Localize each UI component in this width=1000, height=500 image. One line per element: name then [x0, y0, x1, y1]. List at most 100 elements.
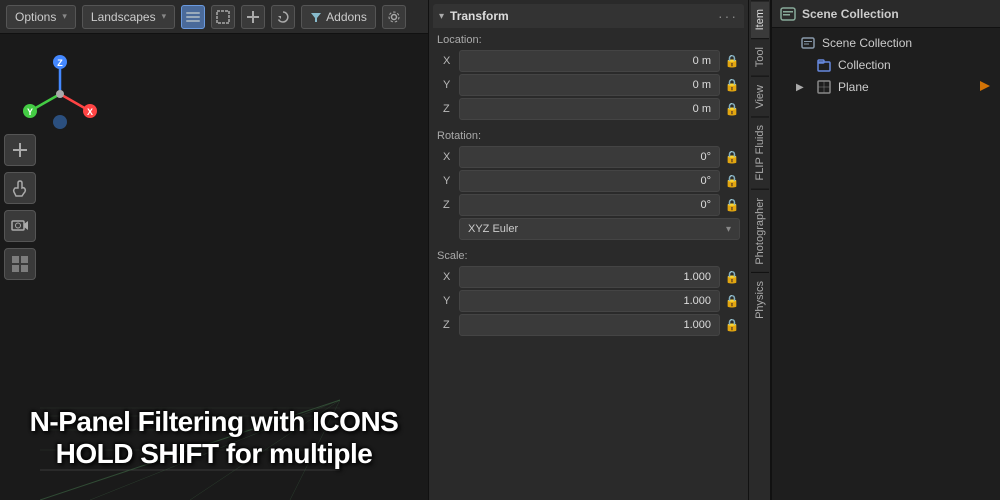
- add-tool-btn[interactable]: [4, 134, 36, 166]
- outliner-scene-collection[interactable]: Scene Collection: [772, 32, 1000, 54]
- refresh-icon: [276, 10, 290, 24]
- n-panel-content[interactable]: ▾ Transform ··· Location: X 0 m: [429, 0, 748, 500]
- location-z-value: 0 m: [468, 103, 711, 115]
- rotation-mode-dropdown[interactable]: XYZ Euler ▾: [459, 218, 740, 240]
- location-y-field[interactable]: 0 m: [459, 74, 720, 96]
- grab-icon: [11, 179, 29, 197]
- location-y-value: 0 m: [468, 79, 711, 91]
- rotation-z-lock[interactable]: 🔒: [724, 198, 740, 212]
- tab-tool[interactable]: Tool: [751, 38, 769, 75]
- scene-collection-icon: [800, 35, 816, 51]
- scale-x-row: X 1.000 🔒: [437, 266, 740, 288]
- rotation-group: Rotation: X 0° 🔒 Y 0°: [437, 128, 740, 240]
- scale-y-row: Y 1.000 🔒: [437, 290, 740, 312]
- addons-label: Addons: [326, 10, 367, 24]
- refresh-icon-btn[interactable]: [271, 5, 295, 29]
- grid-icon: [11, 255, 29, 273]
- plus-icon: [246, 10, 260, 24]
- rotation-z-field[interactable]: 0°: [459, 194, 720, 216]
- gear-icon-btn[interactable]: [382, 5, 406, 29]
- location-x-lock[interactable]: 🔒: [724, 54, 740, 68]
- rotation-y-lock[interactable]: 🔒: [724, 174, 740, 188]
- left-tools: [0, 34, 40, 500]
- scene-collection-label: Scene Collection: [822, 36, 992, 50]
- transform-section: ▾ Transform ··· Location: X 0 m: [433, 4, 744, 348]
- addons-btn[interactable]: Addons: [301, 5, 376, 29]
- rotation-x-value: 0°: [468, 151, 711, 163]
- scale-z-row: Z 1.000 🔒: [437, 314, 740, 336]
- scale-y-lock[interactable]: 🔒: [724, 294, 740, 308]
- tab-photographer[interactable]: Photographer: [751, 189, 769, 273]
- location-group: Location: X 0 m 🔒 Y 0 m: [437, 32, 740, 120]
- rotation-y-field[interactable]: 0°: [459, 170, 720, 192]
- scale-y-value: 1.000: [468, 295, 711, 307]
- rotation-mode-arrow: ▾: [726, 224, 731, 235]
- scene-icon: [780, 6, 796, 22]
- grid-tool-btn[interactable]: [4, 248, 36, 280]
- tab-flip-fluids[interactable]: FLIP Fluids: [751, 116, 769, 188]
- plane-flip-icon: [978, 79, 992, 96]
- list-icon: [186, 10, 200, 24]
- location-z-field[interactable]: 0 m: [459, 98, 720, 120]
- outliner-header: Scene Collection: [772, 0, 1000, 28]
- landscape-label: Landscapes: [91, 10, 156, 24]
- options-dropdown[interactable]: Options ▾: [6, 5, 76, 29]
- rotation-y-axis: Y: [437, 175, 455, 187]
- outliner-title: Scene Collection: [802, 7, 899, 21]
- scale-z-lock[interactable]: 🔒: [724, 318, 740, 332]
- scale-z-value: 1.000: [468, 319, 711, 331]
- scale-x-field[interactable]: 1.000: [459, 266, 720, 288]
- rotation-z-value: 0°: [468, 199, 711, 211]
- location-z-lock[interactable]: 🔒: [724, 102, 740, 116]
- outliner-collection[interactable]: Collection: [772, 54, 1000, 76]
- viewport: Options ▾ Landscapes ▾: [0, 0, 428, 500]
- tab-item[interactable]: Item: [751, 0, 769, 38]
- transform-header[interactable]: ▾ Transform ···: [433, 4, 744, 28]
- viewport-3d: Z X Y: [0, 34, 428, 500]
- plane-icon: [816, 79, 832, 95]
- app-container: Options ▾ Landscapes ▾: [0, 0, 1000, 500]
- location-z-row: Z 0 m 🔒: [437, 98, 740, 120]
- rotation-y-row: Y 0° 🔒: [437, 170, 740, 192]
- toolbar: Options ▾ Landscapes ▾: [0, 0, 428, 34]
- outliner-plane[interactable]: ▶ Plane: [772, 76, 1000, 98]
- scale-z-field[interactable]: 1.000: [459, 314, 720, 336]
- location-y-lock[interactable]: 🔒: [724, 78, 740, 92]
- plane-expand[interactable]: ▶: [796, 82, 810, 93]
- scale-group: Scale: X 1.000 🔒 Y 1.000: [437, 248, 740, 336]
- location-y-row: Y 0 m 🔒: [437, 74, 740, 96]
- scale-y-field[interactable]: 1.000: [459, 290, 720, 312]
- location-x-row: X 0 m 🔒: [437, 50, 740, 72]
- rotation-mode-label: XYZ Euler: [468, 223, 518, 235]
- collection-label: Collection: [838, 58, 992, 72]
- camera-tool-btn[interactable]: [4, 210, 36, 242]
- landscape-dropdown[interactable]: Landscapes ▾: [82, 5, 175, 29]
- scale-z-axis: Z: [437, 319, 455, 331]
- list-icon-btn[interactable]: [181, 5, 205, 29]
- box-select-icon: [216, 10, 230, 24]
- tab-physics[interactable]: Physics: [751, 272, 769, 327]
- plus-icon-btn[interactable]: [241, 5, 265, 29]
- rotation-x-field[interactable]: 0°: [459, 146, 720, 168]
- grid-canvas: [40, 380, 340, 500]
- scale-x-value: 1.000: [468, 271, 711, 283]
- landscape-chevron: ▾: [162, 11, 167, 22]
- rotation-x-row: X 0° 🔒: [437, 146, 740, 168]
- scale-x-axis: X: [437, 271, 455, 283]
- box-select-icon-btn[interactable]: [211, 5, 235, 29]
- transform-body: Location: X 0 m 🔒 Y 0 m: [433, 28, 744, 348]
- location-y-axis: Y: [437, 79, 455, 91]
- collection-icon: [816, 57, 832, 73]
- grab-tool-btn[interactable]: [4, 172, 36, 204]
- scale-x-lock[interactable]: 🔒: [724, 270, 740, 284]
- outliner: Scene Collection Scene Collection: [770, 0, 1000, 500]
- scale-label: Scale:: [437, 248, 740, 264]
- rotation-mode-row: XYZ Euler ▾: [437, 218, 740, 240]
- side-tabs: Item Tool View FLIP Fluids Photographer …: [748, 0, 770, 500]
- transform-arrow: ▾: [439, 11, 444, 22]
- svg-text:Z: Z: [57, 58, 63, 68]
- location-x-field[interactable]: 0 m: [459, 50, 720, 72]
- scale-y-axis: Y: [437, 295, 455, 307]
- tab-view[interactable]: View: [751, 76, 769, 117]
- rotation-x-lock[interactable]: 🔒: [724, 150, 740, 164]
